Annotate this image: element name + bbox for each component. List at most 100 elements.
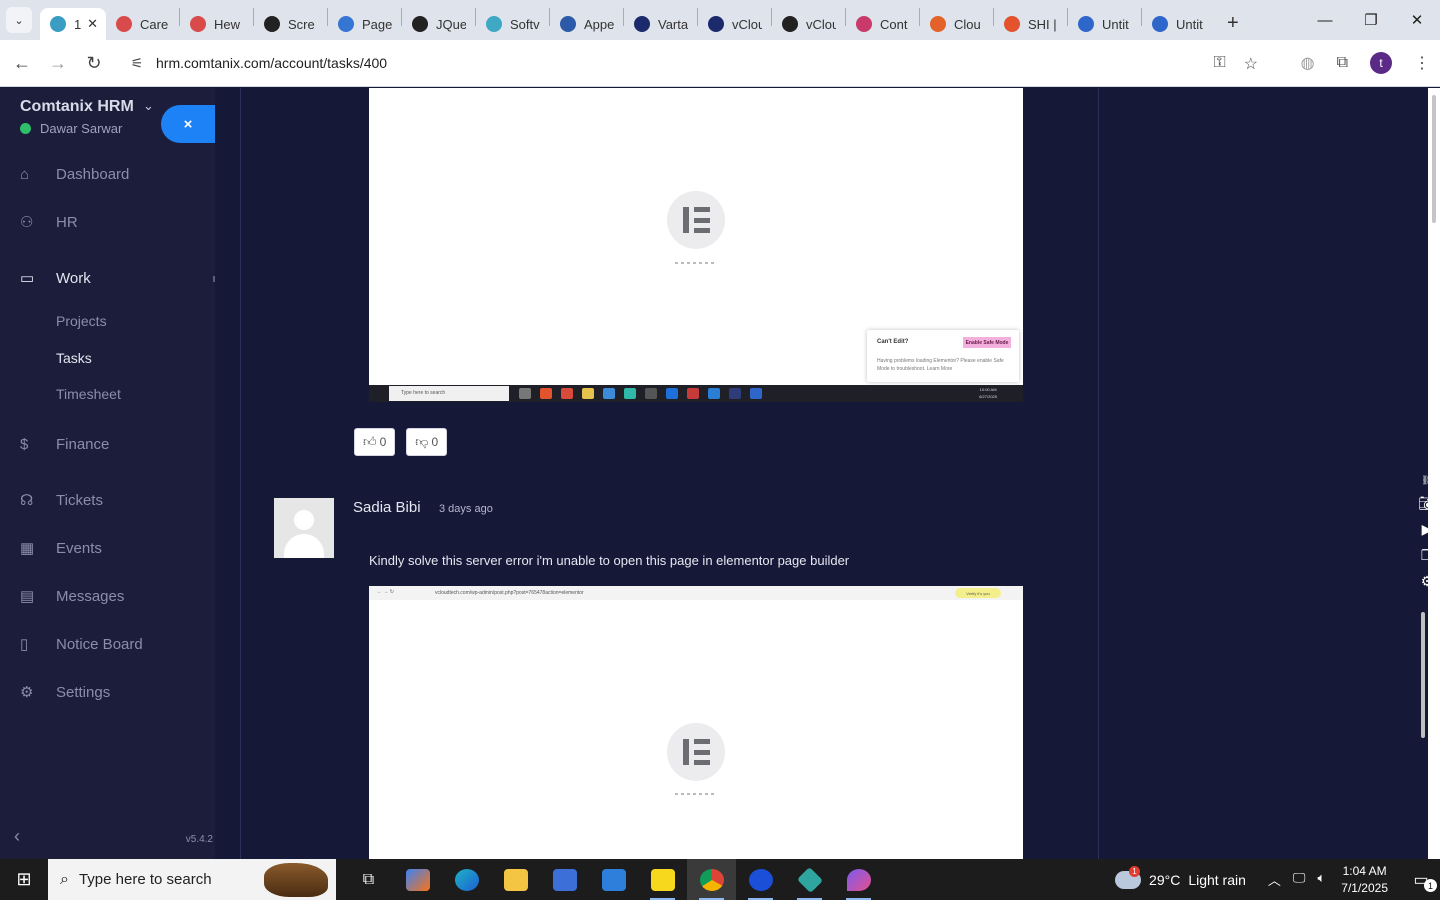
minimize-icon[interactable]: —: [1302, 0, 1348, 40]
sidebar-events-icon: ▦: [20, 540, 35, 557]
main-content: Can't Edit? Enable Safe Mode Having prob…: [215, 88, 1433, 859]
video-camera-icon[interactable]: ▶: [1422, 521, 1433, 538]
browser-tab[interactable]: JQue: [402, 8, 475, 40]
browser-tab[interactable]: Untit: [1142, 8, 1215, 40]
screenshot-clock: 10:00 AM 6/27/2025: [979, 387, 997, 399]
windows-start-icon[interactable]: ⊞: [0, 859, 48, 900]
back-arrow-icon[interactable]: ←: [4, 53, 40, 74]
app-diamond-icon[interactable]: [785, 859, 834, 900]
site-info-icon[interactable]: ⚟: [118, 55, 156, 72]
content-scrollbar-thumb[interactable]: [1421, 612, 1425, 738]
copilot-icon[interactable]: [393, 859, 442, 900]
chrome-icon[interactable]: [687, 859, 736, 900]
translate-globe-icon[interactable]: ◍: [1301, 53, 1315, 73]
browser-tab[interactable]: SHI |: [994, 8, 1067, 40]
weather-desc: Light rain: [1188, 871, 1246, 888]
attachment-image-1[interactable]: Can't Edit? Enable Safe Mode Having prob…: [369, 88, 1023, 402]
taskbar-search[interactable]: ⌕ Type here to search: [48, 859, 336, 900]
sidebar-item-notice-board[interactable]: ▯ Notice Board: [0, 626, 215, 662]
browser-tab[interactable]: Scre: [254, 8, 327, 40]
browser-tab[interactable]: Cont: [846, 8, 919, 40]
address-url[interactable]: hrm.comtanix.com/account/tasks/400: [156, 55, 387, 71]
extensions-puzzle-icon[interactable]: ⧉: [1337, 54, 1348, 72]
page-scrollbar-thumb[interactable]: [1432, 95, 1436, 223]
sticky-notes-icon[interactable]: [638, 859, 687, 900]
forward-arrow-icon[interactable]: →: [40, 53, 76, 74]
dislike-button[interactable]: 👎︎ 0: [406, 428, 448, 456]
mail-icon[interactable]: [589, 859, 638, 900]
sidebar-close-button[interactable]: ×: [161, 105, 215, 143]
screenshot-taskbar: Type here to search 10:00 AM 6/27/2025: [369, 385, 1023, 402]
bookmark-star-icon[interactable]: ☆: [1244, 54, 1258, 74]
microsoft-store-icon[interactable]: [540, 859, 589, 900]
menu-kebab-icon[interactable]: ⋮: [1414, 53, 1430, 73]
sidebar-subitem-timesheet[interactable]: Timesheet: [56, 386, 121, 402]
gear-icon[interactable]: ⚙: [1421, 573, 1434, 590]
screenshot-search: Type here to search: [389, 386, 509, 401]
volume-icon[interactable]: 🔈︎: [1317, 870, 1325, 889]
zoom-icon[interactable]: [736, 859, 785, 900]
browser-tab[interactable]: vClou: [698, 8, 771, 40]
browser-tab-bar: ⌄ 1 ✕ Care Hew Scre Page JQue Softv Appe Varta vCl…: [0, 0, 1440, 40]
edge-icon[interactable]: [442, 859, 491, 900]
window-icon[interactable]: ❐: [1421, 547, 1434, 564]
sidebar-item-settings[interactable]: ⚙ Settings: [0, 674, 215, 710]
sidebar-subitem-tasks[interactable]: Tasks: [56, 350, 92, 366]
tab-title: Cont: [880, 16, 908, 32]
sidebar-item-tickets[interactable]: ☊ Tickets: [0, 482, 215, 518]
browser-tab[interactable]: Softv: [476, 8, 549, 40]
link-icon[interactable]: ⛓: [1421, 475, 1432, 486]
browser-tab[interactable]: Page: [328, 8, 401, 40]
tab-favicon-icon: [50, 16, 66, 32]
card-border-left: [240, 88, 241, 859]
taskbar-clock[interactable]: 1:04 AM 7/1/2025: [1341, 863, 1388, 897]
browser-tab[interactable]: Untit: [1068, 8, 1141, 40]
browser-tab[interactable]: Hew: [180, 8, 253, 40]
browser-tab[interactable]: vClou: [772, 8, 845, 40]
elementor-logo-icon: [667, 723, 725, 781]
sidebar-item-label: Notice Board: [56, 635, 143, 653]
browser-tab[interactable]: Appe: [550, 8, 623, 40]
brand-name[interactable]: Comtanix HRM: [20, 98, 134, 116]
weather-widget[interactable]: 1 29°C Light rain: [1115, 865, 1246, 889]
comment-author[interactable]: Sadia Bibi: [353, 499, 421, 516]
sidebar-item-finance[interactable]: $ Finance: [0, 426, 215, 462]
weather-cloud-icon: 1: [1115, 865, 1142, 889]
tab-close-icon[interactable]: ✕: [87, 16, 98, 32]
browser-tab[interactable]: 1 ✕: [40, 8, 106, 40]
file-explorer-icon[interactable]: [491, 859, 540, 900]
notification-icon[interactable]: ▭ 1: [1402, 859, 1440, 900]
attachment-image-2[interactable]: ← → ↻ vcloudtech.com/wp-admin/post.php?p…: [369, 586, 1023, 859]
tab-search-chevron-icon[interactable]: ⌄: [6, 7, 32, 33]
browser-tab[interactable]: Clou: [920, 8, 993, 40]
sidebar-item-label: Tickets: [56, 491, 103, 509]
sidebar-item-messages[interactable]: ▤ Messages: [0, 578, 215, 614]
tab-title: Appe: [584, 16, 614, 32]
task-view-icon[interactable]: ⧉: [344, 859, 393, 900]
sidebar-item-dashboard[interactable]: ⌂ Dashboard: [0, 156, 215, 192]
tab-title: vClou: [732, 16, 762, 32]
sidebar-item-work[interactable]: ▭ Work: [0, 260, 215, 296]
chevron-down-icon[interactable]: ⌄: [143, 98, 154, 114]
browser-tab[interactable]: Care: [106, 8, 179, 40]
browser-tab[interactable]: Varta: [624, 8, 697, 40]
app-balloon-icon[interactable]: [834, 859, 883, 900]
camera-icon[interactable]: 📷︎: [1418, 495, 1436, 512]
address-bar[interactable]: ⚟ hrm.comtanix.com/account/tasks/400 ⚿ ☆: [118, 46, 1266, 80]
sidebar: Comtanix HRM ⌄ Dawar Sarwar × ⌂ Dashboard…: [0, 88, 215, 859]
collapse-arrow-icon[interactable]: ‹: [14, 826, 20, 847]
password-key-icon[interactable]: ⚿: [1213, 54, 1225, 74]
tab-title: Untit: [1102, 16, 1129, 32]
sidebar-item-hr[interactable]: ⚇ HR: [0, 204, 215, 240]
chevron-up-icon[interactable]: ︿: [1268, 870, 1281, 889]
reload-icon[interactable]: ↻: [76, 53, 112, 74]
close-window-icon[interactable]: ✕: [1394, 0, 1440, 40]
sidebar-subitem-projects[interactable]: Projects: [56, 313, 107, 329]
network-icon[interactable]: 🖵︎: [1293, 870, 1306, 889]
comment-text: Kindly solve this server error i'm unabl…: [369, 553, 850, 568]
new-tab-plus-icon[interactable]: +: [1227, 12, 1239, 35]
profile-avatar[interactable]: t: [1370, 52, 1392, 74]
sidebar-item-events[interactable]: ▦ Events: [0, 530, 215, 566]
like-button[interactable]: 👍︎ 0: [354, 428, 396, 456]
restore-icon[interactable]: ❐: [1348, 0, 1394, 40]
